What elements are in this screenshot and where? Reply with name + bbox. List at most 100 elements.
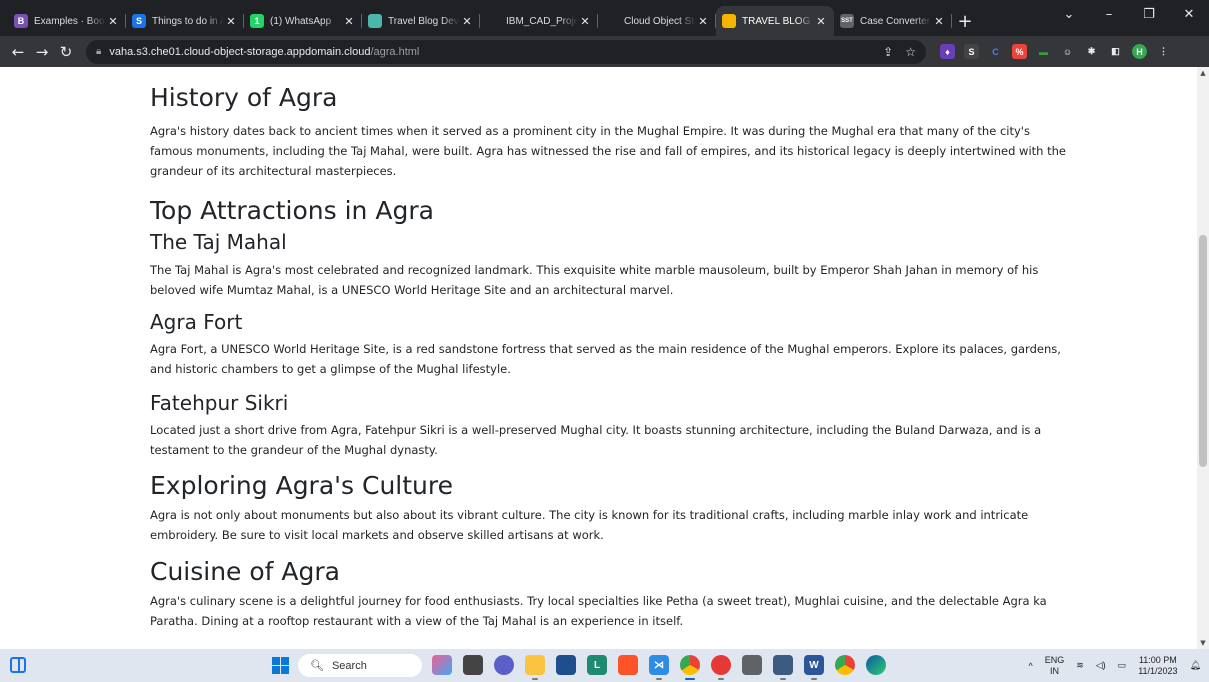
lock-icon[interactable]: 🔒︎ — [96, 46, 101, 57]
cloud-icon — [604, 14, 618, 28]
culture-heading: Exploring Agra's Culture — [150, 471, 454, 500]
app-red-icon[interactable] — [711, 655, 731, 680]
history-section: History of Agra Agra's history dates bac… — [150, 83, 1070, 181]
browser-tab[interactable]: S Things to do in Agra✕ — [126, 6, 244, 36]
region-code: IN — [1049, 665, 1059, 676]
tab-search-chevron-icon[interactable]: ⌄ — [1049, 0, 1089, 30]
system-tray: ^ ENG IN ≋ ◁) ▭ 11:00 PM 11/1/2023 🔔︎ — [1028, 649, 1201, 682]
close-window-button[interactable]: ✕ — [1169, 0, 1209, 30]
history-paragraph: Agra's history dates back to ancient tim… — [150, 124, 1066, 178]
wifi-icon[interactable]: ≋ — [1076, 660, 1084, 671]
reload-button[interactable]: ↻ — [54, 40, 78, 64]
attractions-section: Top Attractions in Agra The Taj Mahal Th… — [150, 196, 1070, 460]
widgets-icon[interactable] — [10, 657, 26, 673]
taj-mahal-paragraph: The Taj Mahal is Agra's most celebrated … — [150, 263, 1039, 297]
new-tab-button[interactable]: + — [952, 6, 978, 36]
browser-tab[interactable]: 1 (1) WhatsApp ✕ — [244, 6, 362, 36]
browser-tab-title: IBM_CAD_Project — [506, 15, 578, 27]
close-tab-icon[interactable]: ✕ — [342, 15, 356, 28]
close-tab-icon[interactable]: ✕ — [106, 15, 120, 28]
taj-mahal-heading: The Taj Mahal — [150, 230, 287, 254]
extension-percent-icon[interactable]: % — [1012, 44, 1027, 59]
browser-tab-title: Examples · Bootstrap — [34, 15, 106, 27]
culture-section: Exploring Agra's Culture Agra is not onl… — [150, 471, 1070, 545]
scroll-down-arrow-icon[interactable]: ▼ — [1197, 637, 1209, 649]
extensions-puzzle-icon[interactable]: ✱ — [1084, 44, 1099, 59]
edge-icon[interactable] — [866, 655, 886, 675]
file-explorer-icon[interactable] — [525, 655, 545, 680]
close-tab-icon[interactable]: ✕ — [460, 15, 474, 28]
minimize-button[interactable]: – — [1089, 0, 1129, 30]
microsoft-store-icon[interactable] — [556, 655, 576, 675]
close-tab-icon[interactable]: ✕ — [696, 15, 710, 28]
browser-tab-title: Case Converter — [860, 15, 931, 27]
taj-mahal-block: The Taj Mahal The Taj Mahal is Agra's mo… — [150, 229, 1070, 300]
article-content: History of Agra Agra's history dates bac… — [0, 83, 1070, 631]
fatehpur-sikri-block: Fatehpur Sikri Located just a short driv… — [150, 390, 1070, 460]
culture-paragraph: Agra is not only about monuments but als… — [150, 508, 1029, 542]
tab-separator — [951, 14, 952, 28]
maximize-button[interactable]: ❐ — [1129, 0, 1169, 30]
browser-tab[interactable]: TRAVEL BLOG ✕ — [716, 6, 834, 36]
github-icon — [486, 14, 500, 28]
app-shield-icon[interactable] — [773, 655, 793, 680]
extension-puzzle-badge-icon[interactable]: ♦ — [940, 44, 955, 59]
browser-tab[interactable]: IBM_CAD_Project✕ — [480, 6, 598, 36]
browser-tab[interactable]: Cloud Object Storage✕ — [598, 6, 716, 36]
browser-tab[interactable]: Travel Blog Development✕ — [362, 6, 480, 36]
menu-kebab-icon[interactable]: ⋮ — [1156, 44, 1171, 59]
task-view-icon[interactable] — [463, 655, 483, 675]
extension-green-icon[interactable]: ▬ — [1036, 44, 1051, 59]
forward-button[interactable]: → — [30, 40, 54, 64]
extension-s-icon[interactable]: S — [964, 44, 979, 59]
attractions-heading: Top Attractions in Agra — [150, 196, 434, 225]
side-panel-icon[interactable]: ◧ — [1108, 44, 1123, 59]
battery-icon[interactable]: ▭ — [1118, 660, 1127, 671]
back-button[interactable]: ← — [6, 40, 30, 64]
brave-browser-icon[interactable] — [618, 655, 638, 675]
close-tab-icon[interactable]: ✕ — [932, 15, 946, 28]
share-icon[interactable]: ⇪ — [883, 45, 893, 59]
language-indicator[interactable]: ENG IN — [1045, 655, 1065, 677]
chrome-icon[interactable] — [680, 655, 700, 680]
close-tab-icon[interactable]: ✕ — [224, 15, 238, 28]
language-code: ENG — [1044, 654, 1065, 665]
bookmark-star-icon[interactable]: ☆ — [905, 45, 916, 59]
browser-tab[interactable]: SST Case Converter ✕ — [834, 6, 952, 36]
notepad-icon[interactable] — [742, 655, 762, 675]
word-icon[interactable]: W — [804, 655, 824, 680]
scrollbar-thumb[interactable] — [1199, 235, 1207, 467]
window-controls: ⌄ – ❐ ✕ — [1049, 0, 1209, 30]
volume-icon[interactable]: ◁) — [1096, 660, 1106, 671]
cuisine-paragraph: Agra's culinary scene is a delightful jo… — [150, 594, 1047, 628]
travel-blog-icon — [722, 14, 736, 28]
extension-face-icon[interactable]: ☺ — [1060, 44, 1075, 59]
browser-tab-title: Things to do in Agra — [152, 15, 224, 27]
clock-date: 11/1/2023 — [1138, 665, 1178, 676]
browser-tab-title: TRAVEL BLOG — [742, 15, 811, 27]
tripadvisor-icon: S — [132, 14, 146, 28]
cuisine-heading: Cuisine of Agra — [150, 557, 341, 586]
whatsapp-icon: 1 — [250, 14, 264, 28]
windows-taskbar: 🔍︎ Search L ⋊ W ^ ENG IN ≋ ◁) ▭ 11:00 PM… — [0, 649, 1209, 682]
page-scrollbar[interactable]: ▲ ▼ — [1197, 67, 1209, 649]
windows-start-icon[interactable] — [272, 657, 289, 674]
scroll-up-arrow-icon[interactable]: ▲ — [1197, 67, 1209, 79]
vscode-icon[interactable]: ⋊ — [649, 655, 669, 680]
browser-tab[interactable]: B Examples · Bootstrap✕ — [8, 6, 126, 36]
show-hidden-icons-chevron-icon[interactable]: ^ — [1028, 661, 1032, 671]
bootstrap-icon: B — [14, 14, 28, 28]
extension-c-icon[interactable]: C — [988, 44, 1003, 59]
chat-icon[interactable] — [494, 655, 514, 675]
address-bar[interactable]: 🔒︎ vaha.s3.che01.cloud-object-storage.ap… — [86, 39, 926, 64]
notifications-bell-icon[interactable]: 🔔︎ — [1190, 660, 1201, 671]
profile-avatar[interactable]: H — [1132, 44, 1147, 59]
close-tab-icon[interactable]: ✕ — [578, 15, 592, 28]
agra-fort-block: Agra Fort Agra Fort, a UNESCO World Heri… — [150, 309, 1070, 379]
taskbar-search-box[interactable]: 🔍︎ Search — [298, 654, 422, 677]
app-l-icon[interactable]: L — [587, 655, 607, 675]
clock[interactable]: 11:00 PM 11/1/2023 — [1138, 655, 1177, 677]
chrome-canary-icon[interactable] — [835, 655, 855, 675]
close-tab-icon[interactable]: ✕ — [814, 15, 828, 28]
copilot-icon[interactable] — [432, 655, 452, 675]
